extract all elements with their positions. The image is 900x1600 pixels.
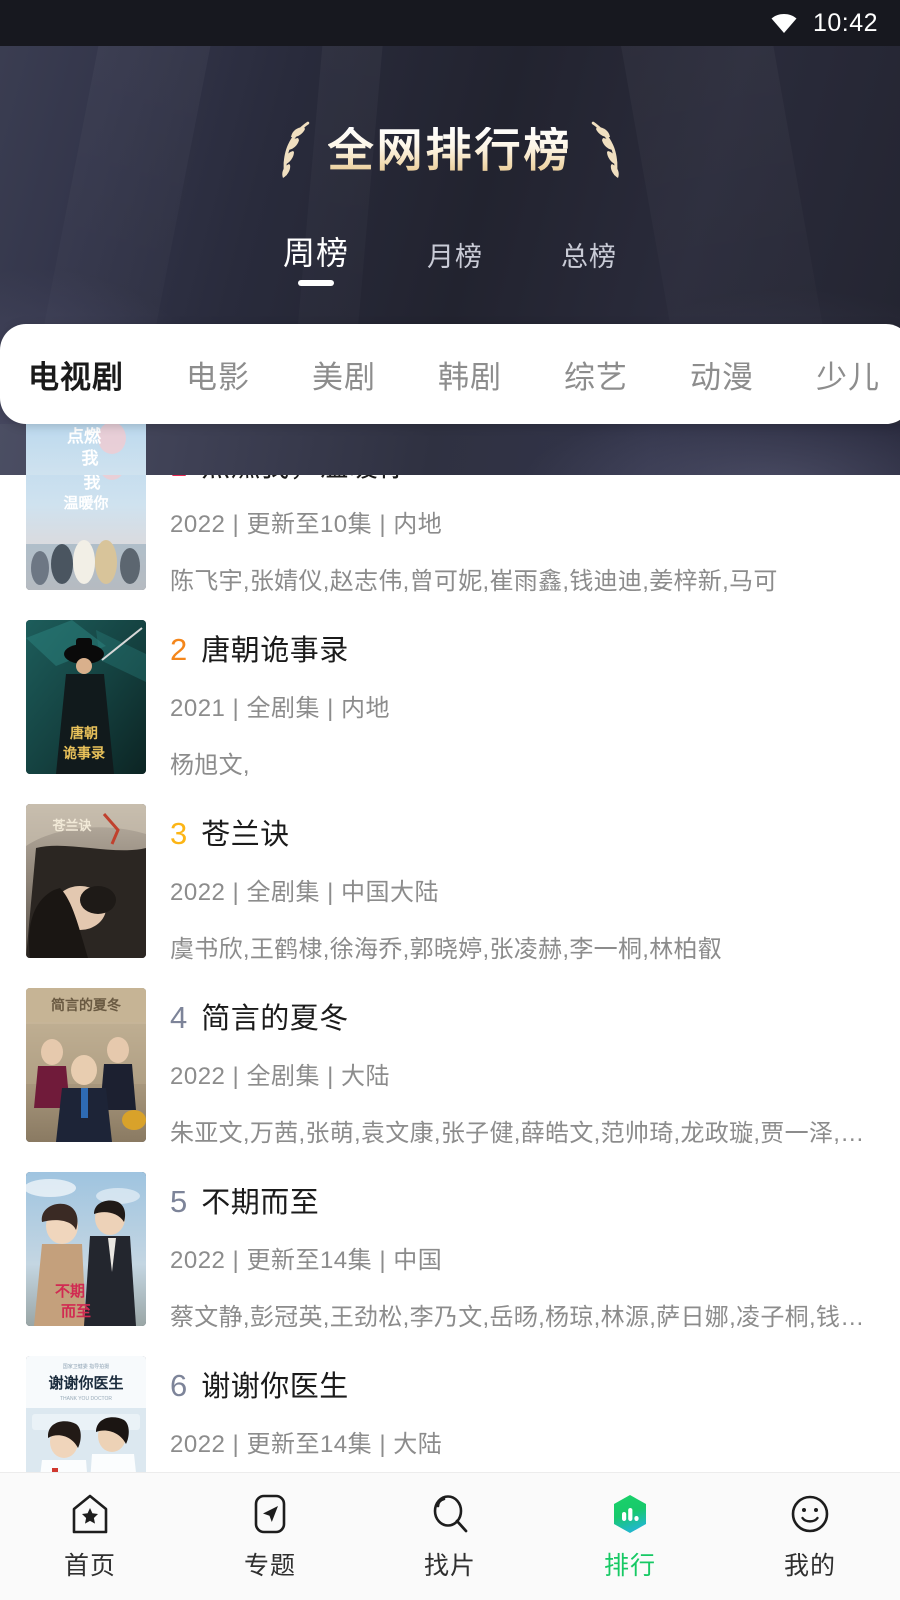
list-item-title: 谢谢你医生 [201,1371,349,1403]
list-item-info: 5 不期而至 2022 | 更新至14集 | 中国 蔡文静,彭冠英,王劲松,李乃… [146,1172,900,1332]
list-item-title-row: 2 唐朝诡事录 [170,634,900,666]
nav-item-home[interactable]: 首页 [0,1491,180,1582]
laurel-branch-left-icon [281,121,309,178]
rank-number: 2 [170,632,188,667]
app-root: 10:42 全网排行榜 周榜 月榜 总榜 我 温暖你 1 点燃我，温暖你 202… [0,0,900,1600]
poster-jianyan[interactable]: 简言的夏冬 [26,988,146,1142]
search-icon [433,1495,468,1533]
list-item[interactable]: 唐朝 诡事录 2 唐朝诡事录 2021 | 全剧集 | 内地 杨旭文, [0,608,900,792]
home-star-icon [72,1494,108,1534]
period-tab-month-label: 月榜 [427,242,483,272]
list-item-title: 点燃我，温暖你 [201,451,408,483]
svg-text:诡事录: 诡事录 [63,745,105,761]
category-tabs: 电视剧 电影 美剧 韩剧 综艺 动漫 少儿 [0,324,900,424]
rank-number: 6 [170,1368,188,1403]
period-tab-month[interactable]: 月榜 [427,235,483,290]
bottom-navigation: 首页 专题 找片 排行 我的 [0,1472,900,1600]
laurel-branch-right-icon [591,121,619,178]
svg-text:而至: 而至 [61,1303,91,1320]
svg-text:我: 我 [84,473,101,492]
category-tab-anime[interactable]: 动漫 [690,352,754,397]
nav-item-search-label: 找片 [423,1552,476,1580]
rank-number: 3 [170,816,188,851]
svg-text:谢谢你医生: 谢谢你医生 [48,1374,123,1392]
list-item-meta: 2022 | 全剧集 | 中国大陆 [170,879,440,906]
list-item-info: 2 唐朝诡事录 2021 | 全剧集 | 内地 杨旭文, [146,620,900,780]
list-item[interactable]: 不期 而至 5 不期而至 2022 | 更新至14集 | 中国 蔡文静,彭冠英,… [0,1160,900,1344]
poster-tangchao[interactable]: 唐朝 诡事录 [26,620,146,774]
svg-text:点燃: 点燃 [67,426,102,446]
list-item-title: 不期而至 [201,1187,320,1219]
list-item-cast: 蔡文静,彭冠英,王劲松,李乃文,岳旸,杨琼,林源,萨日娜,凌子桐,钱漪,… [170,1304,870,1331]
nav-item-topics[interactable]: 专题 [180,1491,360,1582]
list-item-cast: 虞书欣,王鹤棣,徐海乔,郭晓婷,张凌赫,李一桐,林柏叡 [170,936,723,963]
period-tabs: 周榜 月榜 总榜 [0,228,900,290]
nav-item-profile[interactable]: 我的 [720,1491,900,1582]
status-bar: 10:42 [0,0,900,46]
list-item[interactable]: 简言的夏冬 4 简言的夏冬 2022 | 全剧集 | 大陆 朱亚文,万茜,张萌,… [0,976,900,1160]
svg-text:苍兰诀: 苍兰诀 [51,818,92,833]
list-item-title-row: 4 简言的夏冬 [170,1002,900,1034]
category-tab-movie[interactable]: 电影 [186,352,250,397]
nav-item-profile-label: 我的 [783,1552,836,1580]
list-item-title-row: 6 谢谢你医生 [170,1370,900,1402]
category-tab-usdrama[interactable]: 美剧 [312,352,376,397]
list-item[interactable]: 苍兰诀 3 苍兰诀 2022 | 全剧集 | 中国大陆 虞书欣,王鹤棣,徐海乔,… [0,792,900,976]
nav-item-topics-label: 专题 [243,1552,296,1580]
rank-number: 5 [170,1184,188,1219]
list-item-meta: 2022 | 更新至14集 | 中国 [170,1247,443,1274]
list-item-title: 简言的夏冬 [201,1003,349,1035]
list-item-meta: 2022 | 全剧集 | 大陆 [170,1063,391,1090]
svg-text:我: 我 [82,449,99,468]
list-item-title-row: 3 苍兰诀 [170,818,900,850]
list-item-info: 4 简言的夏冬 2022 | 全剧集 | 大陆 朱亚文,万茜,张萌,袁文康,张子… [146,988,900,1148]
poster-canglanjue[interactable]: 苍兰诀 [26,804,146,958]
svg-text:唐朝: 唐朝 [70,725,98,741]
svg-text:温暖你: 温暖你 [63,494,108,512]
rank-number: 4 [170,1000,188,1035]
nav-item-home-label: 首页 [63,1552,116,1580]
list-item-cast: 陈飞宇,张婧仪,赵志伟,曾可妮,崔雨鑫,钱迪迪,姜梓新,马可 [170,568,778,595]
page-title-row: 全网排行榜 [0,118,900,182]
period-tab-week[interactable]: 周榜 [283,228,349,290]
category-tab-tvseries[interactable]: 电视剧 [28,352,124,397]
poster-buqierzhi[interactable]: 不期 而至 [26,1172,146,1326]
list-item-info: 3 苍兰诀 2022 | 全剧集 | 中国大陆 虞书欣,王鹤棣,徐海乔,郭晓婷,… [146,804,900,964]
list-item-meta: 2022 | 更新至14集 | 大陆 [170,1431,443,1458]
nav-item-ranking[interactable]: 排行 [540,1491,720,1582]
period-tab-total[interactable]: 总榜 [561,235,617,290]
compass-navigate-icon [254,1494,286,1534]
wifi-icon [771,14,797,33]
scrim-poster-cutout: 点燃 我 [26,422,146,475]
svg-text:简言的夏冬: 简言的夏冬 [51,997,121,1013]
list-item-meta: 2022 | 更新至10集 | 内地 [170,511,443,538]
period-tab-week-label: 周榜 [282,235,349,271]
list-item-meta: 2021 | 全剧集 | 内地 [170,695,391,722]
nav-item-ranking-label: 排行 [603,1552,656,1580]
svg-text:国家卫健委 指导拍摄: 国家卫健委 指导拍摄 [63,1363,109,1370]
category-tab-variety[interactable]: 综艺 [564,352,628,397]
list-item-info: 1 点燃我，温暖你 2022 | 更新至10集 | 内地 陈飞宇,张婧仪,赵志伟… [146,436,900,596]
list-item-title-row: 1 点燃我，温暖你 [170,450,900,482]
smiley-face-icon [791,1495,829,1533]
svg-text:THANK YOU DOCTOR: THANK YOU DOCTOR [60,1396,112,1402]
list-item-cast: 朱亚文,万茜,张萌,袁文康,张子健,薛皓文,范帅琦,龙政璇,贾一泽,蒋方… [170,1120,870,1147]
category-tab-kids[interactable]: 少儿 [816,352,880,397]
page-title: 全网排行榜 [327,124,573,176]
category-tab-kdrama[interactable]: 韩剧 [438,352,502,397]
list-item-title: 唐朝诡事录 [201,635,349,667]
rank-number: 1 [170,448,188,483]
ranking-bars-icon [614,1495,646,1533]
ranking-list: 点燃 我 温暖你 1 点燃我，温暖你 2022 | 更新至10集 | 内地 [0,424,900,1528]
svg-text:不期: 不期 [55,1282,85,1300]
nav-item-search[interactable]: 找片 [360,1491,540,1582]
status-bar-clock: 10:42 [812,8,878,37]
list-item-title-row: 5 不期而至 [170,1186,900,1218]
period-tab-total-label: 总榜 [561,242,617,272]
list-item-title: 苍兰诀 [201,819,290,851]
list-item-cast: 杨旭文, [170,752,250,779]
